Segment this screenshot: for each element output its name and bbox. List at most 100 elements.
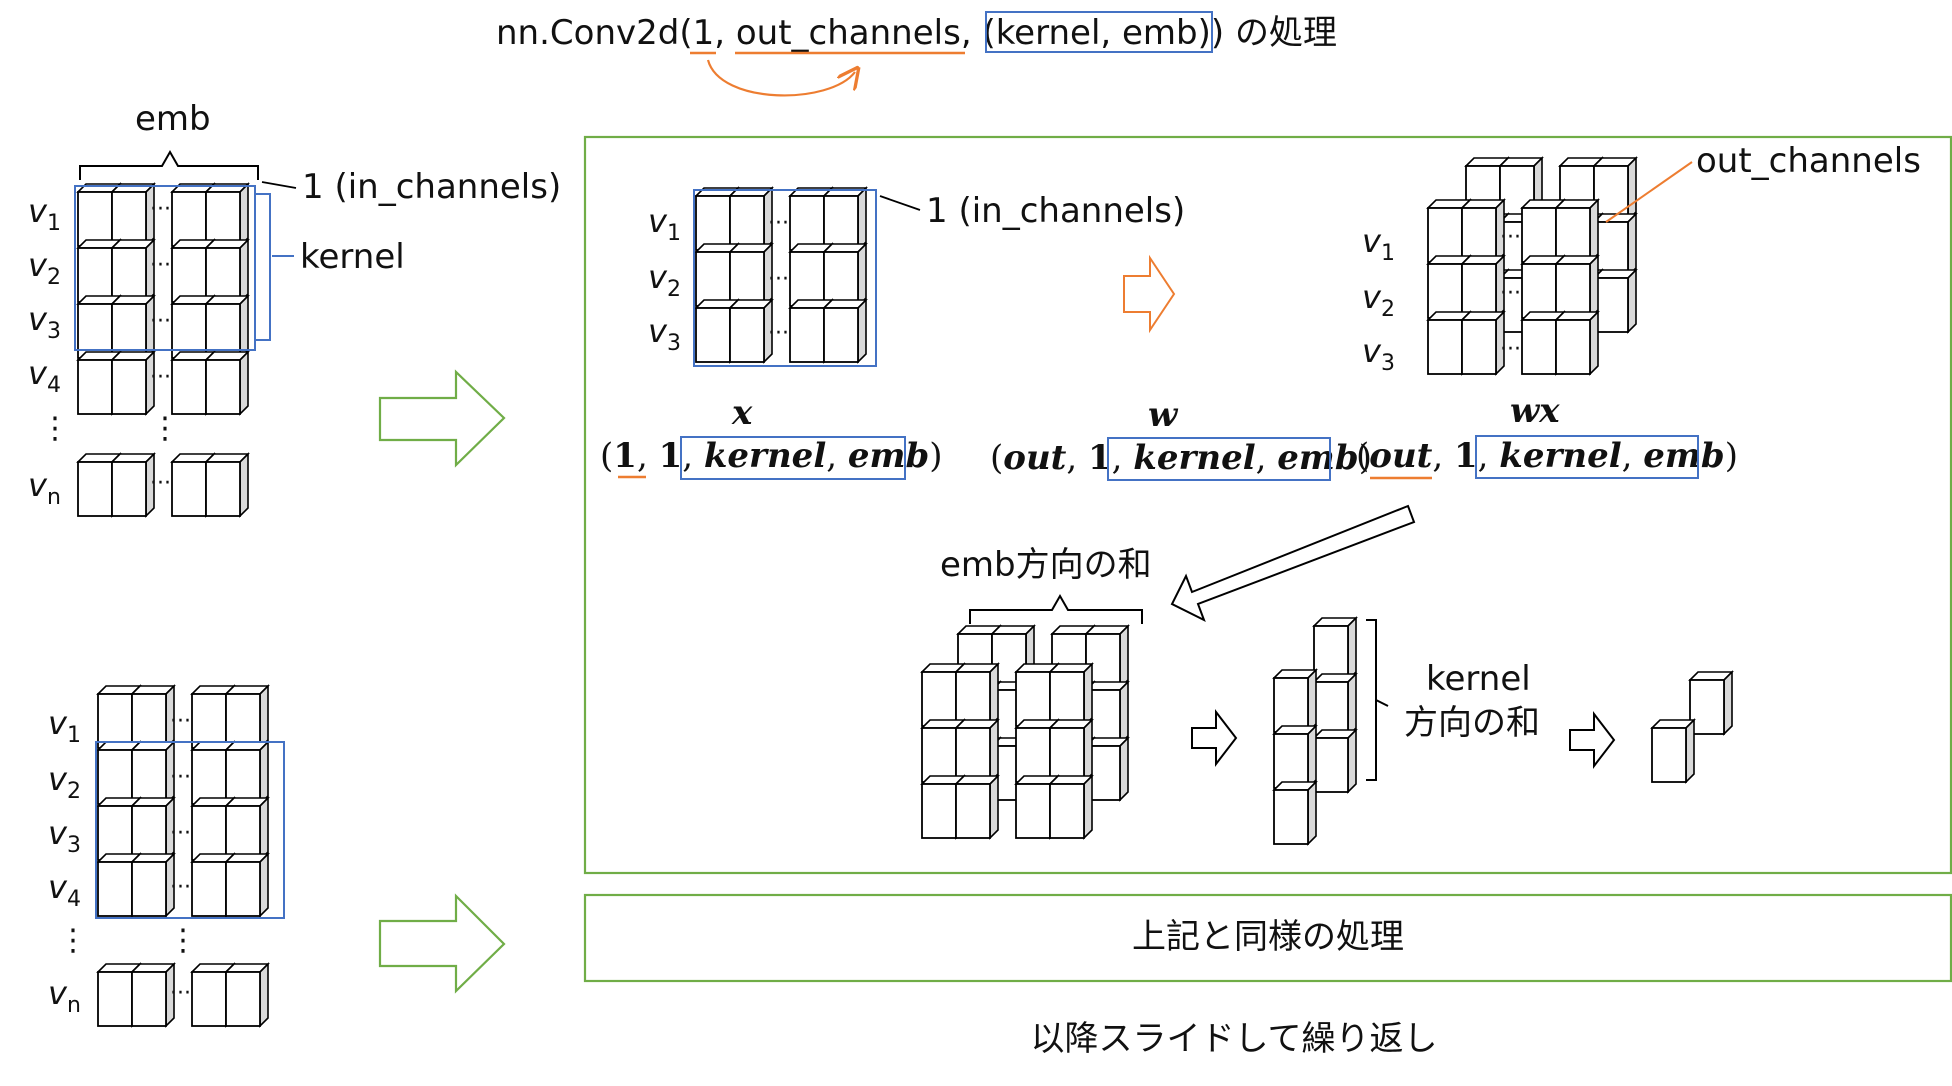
wx-cube-front xyxy=(1555,255,1599,319)
sum-cube-front xyxy=(1049,719,1093,783)
matrix-cube xyxy=(131,797,175,861)
matrix-cube xyxy=(111,239,155,303)
matrix-cube xyxy=(205,351,249,415)
x-row-v2: v2 xyxy=(648,258,681,302)
row-label-v3: v3 xyxy=(28,300,61,344)
emb-sum-label: emb方向の和 xyxy=(940,545,1152,585)
ellipsis-dots: ··· xyxy=(150,197,171,222)
left-bottom-matrix: ··· ··· ··· ··· ··· v1 v2 v3 v4 vn ⋮ ⋮ xyxy=(48,685,285,1027)
wx-name: wx xyxy=(1510,391,1560,431)
w-name: w xyxy=(1148,395,1179,435)
x-in-channels-label: 1 (in_channels) xyxy=(926,191,1185,231)
x-cube xyxy=(729,299,773,363)
column-cube-front xyxy=(1273,781,1317,845)
matrix-cube xyxy=(111,295,155,359)
title-text: nn.Conv2d(1, out_channels, (kernel, emb)… xyxy=(496,13,1337,53)
kernel-bracket xyxy=(255,193,271,341)
column-cube-front xyxy=(1273,725,1317,789)
kernel-sum-label-1: kernel xyxy=(1426,659,1531,699)
x-cube xyxy=(729,243,773,307)
svg-text:⋮: ⋮ xyxy=(58,923,88,958)
ellipsis-dots: ··· xyxy=(150,365,171,390)
x-name: x xyxy=(731,393,753,433)
ellipsis-dots: ··· xyxy=(150,253,171,278)
matrix-cube xyxy=(131,963,175,1027)
matrix-cube xyxy=(205,183,249,247)
wx-cube-back xyxy=(1593,157,1637,221)
wx-row-v2: v2 xyxy=(1362,278,1395,322)
wx-cube-front xyxy=(1461,311,1505,375)
row-label-v3: v3 xyxy=(48,814,81,858)
matrix-cube xyxy=(205,453,249,517)
ellipsis-dots: ··· xyxy=(170,709,191,734)
column-cube-front xyxy=(1273,669,1317,733)
row-label-v4: v4 xyxy=(48,868,81,912)
title: nn.Conv2d(1, out_channels, (kernel, emb)… xyxy=(496,11,1337,97)
ellipsis-dots: ··· xyxy=(1500,337,1521,362)
x-row-v3: v3 xyxy=(648,312,681,356)
emb-label: emb xyxy=(135,99,211,139)
sum-cube-front xyxy=(955,663,999,727)
emb-brace xyxy=(79,149,259,180)
footer-text: 以降スライドして繰り返し xyxy=(1031,1019,1438,1059)
small-arrow-1 xyxy=(1191,709,1238,767)
sum-cube-front xyxy=(955,775,999,839)
matrix-cube xyxy=(225,853,269,917)
sum-cube-front xyxy=(955,719,999,783)
kernel-label: kernel xyxy=(300,237,405,277)
matrix-cube xyxy=(111,453,155,517)
matrix-cube xyxy=(111,351,155,415)
result-cube-front xyxy=(1651,719,1695,783)
wx-cube-front xyxy=(1555,199,1599,263)
title-curved-arrow xyxy=(706,59,855,97)
w-shape: (out, 1, kernel, emb) xyxy=(990,438,1372,478)
wx-cube-front xyxy=(1461,199,1505,263)
x-row-v1: v1 xyxy=(648,202,681,246)
same-process-label: 上記と同様の処理 xyxy=(1132,917,1404,957)
green-arrow-bottom xyxy=(378,893,506,994)
svg-text:⋮: ⋮ xyxy=(150,411,180,446)
column-cube-back xyxy=(1313,673,1357,737)
sum-cube-front xyxy=(1049,775,1093,839)
matrix-cube xyxy=(111,183,155,247)
matrix-cube xyxy=(131,741,175,805)
matrix-cube xyxy=(131,685,175,749)
x-cube xyxy=(823,187,867,251)
matrix-cube xyxy=(225,685,269,749)
matrix-cube xyxy=(205,239,249,303)
x-cube xyxy=(729,187,773,251)
row-label-vn: vn xyxy=(48,974,81,1018)
ellipsis-dots: ··· xyxy=(170,981,191,1006)
result-cube-back xyxy=(1689,671,1733,735)
ellipsis-dots: ··· xyxy=(1500,225,1521,250)
emb-sum-brace xyxy=(969,593,1143,624)
matrix-cube xyxy=(225,963,269,1027)
matrix-cube xyxy=(225,741,269,805)
row-label-vn: vn xyxy=(28,466,61,510)
left-bottom-row-labels: v1 v2 v3 v4 vn xyxy=(48,704,81,1018)
row-label-v2: v2 xyxy=(48,760,81,804)
svg-text:⋮: ⋮ xyxy=(40,411,70,446)
ellipsis-dots: ··· xyxy=(1500,281,1521,306)
ellipsis-dots: ··· xyxy=(170,765,191,790)
wx-cube-front xyxy=(1461,255,1505,319)
row-label-v1: v1 xyxy=(48,704,81,748)
w-label: w (out, 1, kernel, emb) xyxy=(990,395,1372,481)
small-arrow-2 xyxy=(1569,711,1616,769)
column-cube-back xyxy=(1313,617,1357,681)
wx-row-v1: v1 xyxy=(1362,222,1395,266)
row-label-v1: v1 xyxy=(28,192,61,236)
ellipsis-dots: ··· xyxy=(150,471,171,496)
matrix-cube xyxy=(205,295,249,359)
ellipsis-dots: ··· xyxy=(768,267,789,292)
sum-cube-front xyxy=(1049,663,1093,727)
x-tensor: ··· ··· ··· 1 (in_channels) v1 v2 v3 x (1,… xyxy=(600,187,1185,480)
column-cube-back xyxy=(1313,729,1357,793)
out-channels-label: out_channels xyxy=(1696,141,1921,181)
ellipsis-dots: ··· xyxy=(170,821,191,846)
row-label-v4: v4 xyxy=(28,354,61,398)
left-top-matrix: ··· ··· ··· ··· ··· emb kernel 1 (in_channel… xyxy=(28,99,561,517)
x-shape: (1, 1, kernel, emb) xyxy=(600,436,943,476)
wx-cube-front xyxy=(1555,311,1599,375)
ellipsis-dots: ··· xyxy=(768,211,789,236)
